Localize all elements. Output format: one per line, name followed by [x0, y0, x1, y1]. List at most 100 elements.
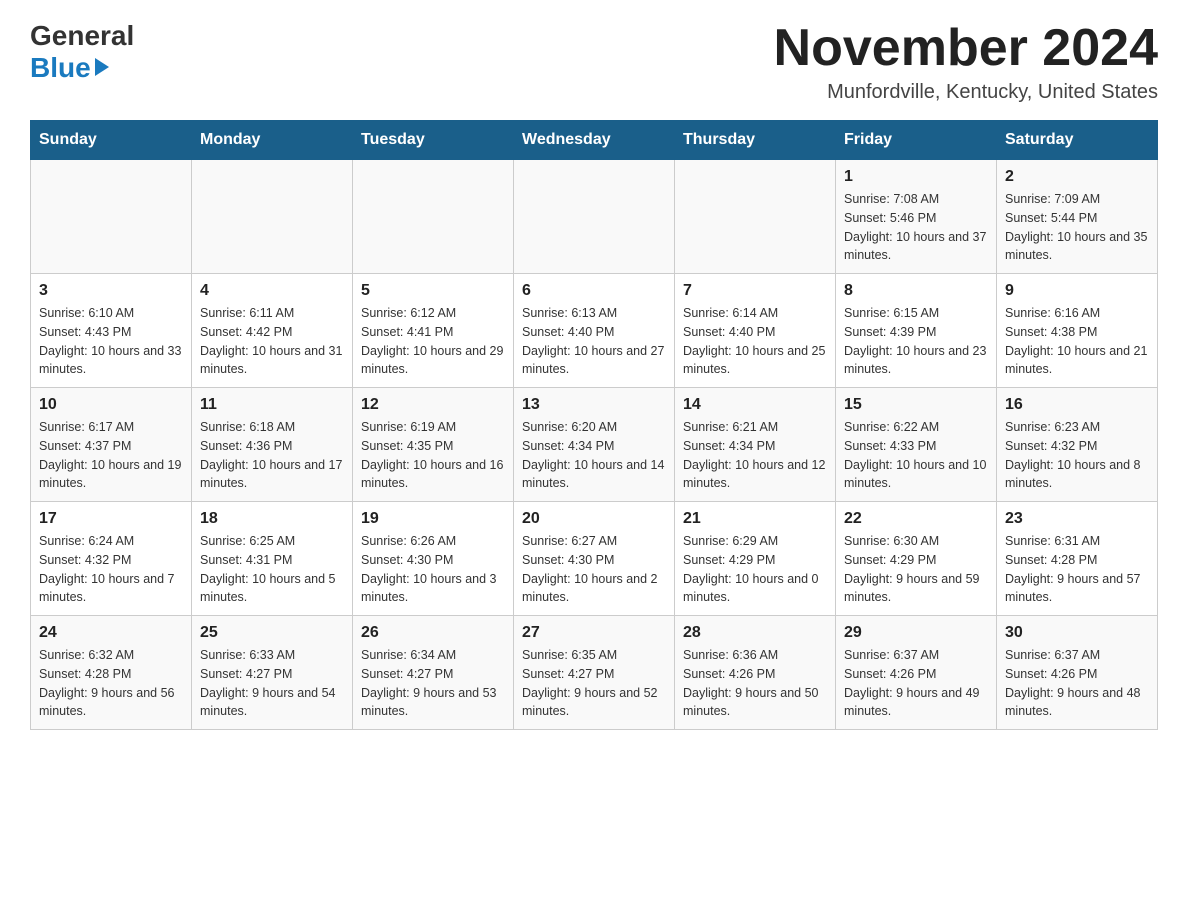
day-number: 18: [200, 510, 344, 528]
day-cell: 27 Sunrise: 6:35 AM Sunset: 4:27 PM Dayli…: [514, 616, 675, 730]
calendar-header: SundayMondayTuesdayWednesdayThursdayFrid…: [31, 121, 1158, 160]
day-number: 22: [844, 510, 988, 528]
title-area: November 2024 Munfordville, Kentucky, Un…: [774, 20, 1158, 104]
day-number: 4: [200, 282, 344, 300]
day-info: Sunrise: 6:33 AM Sunset: 4:27 PM Dayligh…: [200, 646, 344, 721]
day-info: Sunrise: 6:23 AM Sunset: 4:32 PM Dayligh…: [1005, 418, 1149, 493]
day-cell: 19 Sunrise: 6:26 AM Sunset: 4:30 PM Dayli…: [353, 502, 514, 616]
day-info: Sunrise: 6:14 AM Sunset: 4:40 PM Dayligh…: [683, 304, 827, 379]
header-cell-tuesday: Tuesday: [353, 121, 514, 160]
day-info: Sunrise: 6:34 AM Sunset: 4:27 PM Dayligh…: [361, 646, 505, 721]
day-info: Sunrise: 6:18 AM Sunset: 4:36 PM Dayligh…: [200, 418, 344, 493]
header: General Blue November 2024 Munfordville,…: [30, 20, 1158, 104]
day-cell: 12Sunrise: 6:19 AM Sunset: 4:35 PM Dayli…: [353, 388, 514, 502]
day-number: 21: [683, 510, 827, 528]
day-cell: 13Sunrise: 6:20 AM Sunset: 4:34 PM Dayli…: [514, 388, 675, 502]
day-cell: 25 Sunrise: 6:33 AM Sunset: 4:27 PM Dayli…: [192, 616, 353, 730]
day-cell: 22 Sunrise: 6:30 AM Sunset: 4:29 PM Dayli…: [836, 502, 997, 616]
day-info: Sunrise: 6:37 AM Sunset: 4:26 PM Dayligh…: [844, 646, 988, 721]
day-number: 6: [522, 282, 666, 300]
day-cell: 5 Sunrise: 6:12 AM Sunset: 4:41 PM Daylig…: [353, 274, 514, 388]
day-info: Sunrise: 6:12 AM Sunset: 4:41 PM Dayligh…: [361, 304, 505, 379]
day-info: Sunrise: 6:17 AM Sunset: 4:37 PM Dayligh…: [39, 418, 183, 493]
header-cell-friday: Friday: [836, 121, 997, 160]
day-number: 23: [1005, 510, 1149, 528]
day-cell: 7 Sunrise: 6:14 AM Sunset: 4:40 PM Daylig…: [675, 274, 836, 388]
day-cell: 10 Sunrise: 6:17 AM Sunset: 4:37 PM Dayli…: [31, 388, 192, 502]
day-cell: 2 Sunrise: 7:09 AM Sunset: 5:44 PM Daylig…: [997, 160, 1158, 274]
day-info: Sunrise: 6:16 AM Sunset: 4:38 PM Dayligh…: [1005, 304, 1149, 379]
day-cell: 6 Sunrise: 6:13 AM Sunset: 4:40 PM Daylig…: [514, 274, 675, 388]
day-number: 16: [1005, 396, 1149, 414]
day-cell: 8 Sunrise: 6:15 AM Sunset: 4:39 PM Daylig…: [836, 274, 997, 388]
logo: General Blue: [30, 20, 134, 84]
logo-blue-text: Blue: [30, 52, 91, 84]
day-cell: 26 Sunrise: 6:34 AM Sunset: 4:27 PM Dayli…: [353, 616, 514, 730]
day-number: 30: [1005, 624, 1149, 642]
day-cell: 11 Sunrise: 6:18 AM Sunset: 4:36 PM Dayli…: [192, 388, 353, 502]
day-info: Sunrise: 6:30 AM Sunset: 4:29 PM Dayligh…: [844, 532, 988, 607]
day-info: Sunrise: 7:09 AM Sunset: 5:44 PM Dayligh…: [1005, 190, 1149, 265]
header-cell-sunday: Sunday: [31, 121, 192, 160]
day-number: 5: [361, 282, 505, 300]
day-info: Sunrise: 6:35 AM Sunset: 4:27 PM Dayligh…: [522, 646, 666, 721]
day-cell: 28 Sunrise: 6:36 AM Sunset: 4:26 PM Dayli…: [675, 616, 836, 730]
header-row: SundayMondayTuesdayWednesdayThursdayFrid…: [31, 121, 1158, 160]
day-info: Sunrise: 6:36 AM Sunset: 4:26 PM Dayligh…: [683, 646, 827, 721]
day-cell: [192, 160, 353, 274]
day-number: 24: [39, 624, 183, 642]
day-number: 2: [1005, 168, 1149, 186]
day-cell: 15 Sunrise: 6:22 AM Sunset: 4:33 PM Dayli…: [836, 388, 997, 502]
day-info: Sunrise: 6:31 AM Sunset: 4:28 PM Dayligh…: [1005, 532, 1149, 607]
day-cell: [31, 160, 192, 274]
day-cell: 14Sunrise: 6:21 AM Sunset: 4:34 PM Dayli…: [675, 388, 836, 502]
header-cell-saturday: Saturday: [997, 121, 1158, 160]
day-info: Sunrise: 6:32 AM Sunset: 4:28 PM Dayligh…: [39, 646, 183, 721]
month-title: November 2024: [774, 20, 1158, 77]
day-cell: 23 Sunrise: 6:31 AM Sunset: 4:28 PM Dayli…: [997, 502, 1158, 616]
day-number: 15: [844, 396, 988, 414]
day-info: Sunrise: 6:24 AM Sunset: 4:32 PM Dayligh…: [39, 532, 183, 607]
day-number: 17: [39, 510, 183, 528]
day-info: Sunrise: 6:21 AM Sunset: 4:34 PM Dayligh…: [683, 418, 827, 493]
day-number: 10: [39, 396, 183, 414]
day-cell: 24 Sunrise: 6:32 AM Sunset: 4:28 PM Dayli…: [31, 616, 192, 730]
day-cell: 30Sunrise: 6:37 AM Sunset: 4:26 PM Dayli…: [997, 616, 1158, 730]
day-number: 11: [200, 396, 344, 414]
day-cell: 16 Sunrise: 6:23 AM Sunset: 4:32 PM Dayli…: [997, 388, 1158, 502]
day-cell: 18 Sunrise: 6:25 AM Sunset: 4:31 PM Dayli…: [192, 502, 353, 616]
day-info: Sunrise: 6:11 AM Sunset: 4:42 PM Dayligh…: [200, 304, 344, 379]
header-cell-wednesday: Wednesday: [514, 121, 675, 160]
day-info: Sunrise: 6:13 AM Sunset: 4:40 PM Dayligh…: [522, 304, 666, 379]
day-number: 7: [683, 282, 827, 300]
logo-triangle-icon: [95, 58, 109, 76]
day-cell: [675, 160, 836, 274]
day-number: 9: [1005, 282, 1149, 300]
location-title: Munfordville, Kentucky, United States: [774, 81, 1158, 104]
logo-general-text: General: [30, 20, 134, 52]
day-number: 1: [844, 168, 988, 186]
day-info: Sunrise: 6:19 AM Sunset: 4:35 PM Dayligh…: [361, 418, 505, 493]
day-cell: 21 Sunrise: 6:29 AM Sunset: 4:29 PM Dayli…: [675, 502, 836, 616]
day-info: Sunrise: 6:25 AM Sunset: 4:31 PM Dayligh…: [200, 532, 344, 607]
calendar-table: SundayMondayTuesdayWednesdayThursdayFrid…: [30, 120, 1158, 730]
day-number: 20: [522, 510, 666, 528]
day-number: 26: [361, 624, 505, 642]
day-cell: [514, 160, 675, 274]
day-number: 27: [522, 624, 666, 642]
day-info: Sunrise: 6:26 AM Sunset: 4:30 PM Dayligh…: [361, 532, 505, 607]
day-info: Sunrise: 6:20 AM Sunset: 4:34 PM Dayligh…: [522, 418, 666, 493]
day-number: 8: [844, 282, 988, 300]
week-row-2: 3Sunrise: 6:10 AM Sunset: 4:43 PM Daylig…: [31, 274, 1158, 388]
day-number: 19: [361, 510, 505, 528]
day-number: 25: [200, 624, 344, 642]
day-cell: 20Sunrise: 6:27 AM Sunset: 4:30 PM Dayli…: [514, 502, 675, 616]
day-cell: 1Sunrise: 7:08 AM Sunset: 5:46 PM Daylig…: [836, 160, 997, 274]
week-row-3: 10 Sunrise: 6:17 AM Sunset: 4:37 PM Dayli…: [31, 388, 1158, 502]
day-cell: [353, 160, 514, 274]
day-info: Sunrise: 6:29 AM Sunset: 4:29 PM Dayligh…: [683, 532, 827, 607]
day-number: 28: [683, 624, 827, 642]
day-info: Sunrise: 6:15 AM Sunset: 4:39 PM Dayligh…: [844, 304, 988, 379]
day-cell: 3Sunrise: 6:10 AM Sunset: 4:43 PM Daylig…: [31, 274, 192, 388]
day-info: Sunrise: 6:22 AM Sunset: 4:33 PM Dayligh…: [844, 418, 988, 493]
